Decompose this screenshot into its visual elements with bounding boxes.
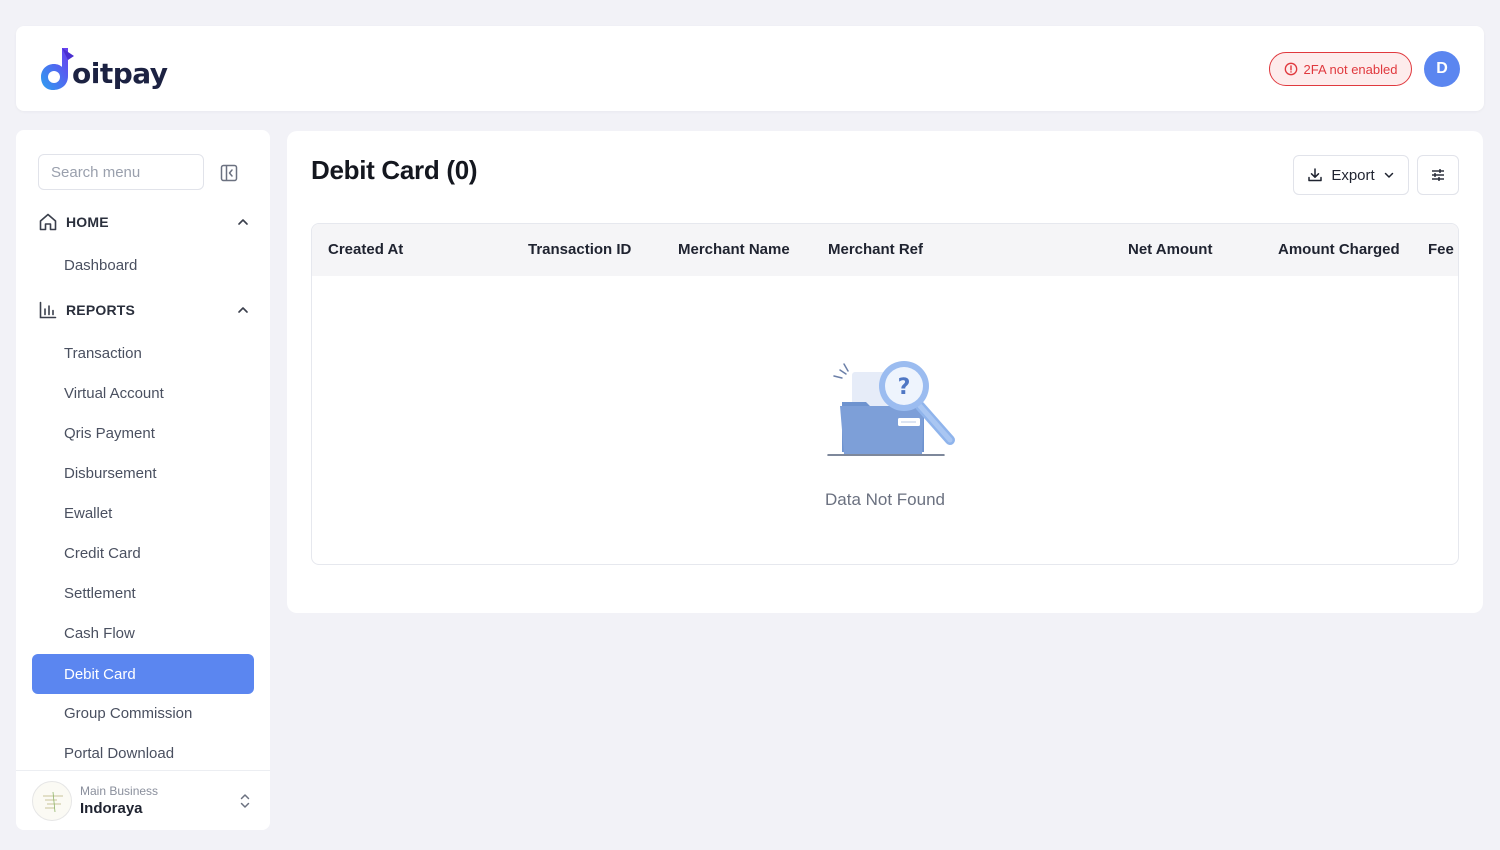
column-header-created-at[interactable]: Created At [328, 224, 403, 276]
table-header: Created At Transaction ID Merchant Name … [312, 224, 1458, 276]
column-header-merchant-ref[interactable]: Merchant Ref [828, 224, 923, 276]
chevron-up-down-icon [240, 793, 250, 808]
page-title: Debit Card (0) [311, 155, 478, 185]
sidebar-item-cash-flow[interactable]: Cash Flow [32, 613, 254, 653]
export-button[interactable]: Export [1293, 155, 1409, 195]
column-header-net-amount[interactable]: Net Amount [1128, 224, 1212, 276]
main-content-card: Debit Card (0) Export Created At Transac… [287, 131, 1483, 613]
user-avatar[interactable]: D [1424, 51, 1460, 87]
empty-state-message: Data Not Found [824, 490, 945, 509]
chevron-up-icon [238, 307, 248, 313]
alert-circle-icon [1284, 62, 1297, 76]
business-name: Indoraya [80, 800, 143, 817]
svg-text:?: ? [898, 375, 911, 400]
business-avatar [32, 780, 72, 821]
chevron-down-icon [1384, 172, 1393, 178]
sidebar-collapse-icon [220, 164, 238, 182]
download-icon [1308, 168, 1323, 182]
sidebar-item-disbursement[interactable]: Disbursement [32, 453, 254, 493]
sidebar-item-dashboard[interactable]: Dashboard [32, 245, 254, 285]
twofa-status-badge[interactable]: 2FA not enabled [1269, 52, 1412, 86]
sidebar-item-portal-download[interactable]: Portal Download [32, 733, 254, 773]
sidebar-item-settlement[interactable]: Settlement [32, 573, 254, 613]
sidebar-section-reports[interactable]: REPORTS [38, 298, 250, 322]
sidebar-item-credit-card[interactable]: Credit Card [32, 533, 254, 573]
sidebar: HOME Dashboard REPORTS Transaction Virtu… [16, 130, 270, 830]
bar-chart-icon [39, 301, 57, 319]
sidebar-item-transaction[interactable]: Transaction [32, 333, 254, 373]
sidebar-item-group-commission[interactable]: Group Commission [32, 693, 254, 733]
home-icon [39, 213, 57, 231]
chevron-up-icon [238, 219, 248, 225]
sidebar-item-debit-card[interactable]: Debit Card [32, 654, 254, 694]
logo[interactable]: oitpay [40, 44, 168, 94]
sliders-icon [1432, 169, 1444, 181]
debit-card-table: Created At Transaction ID Merchant Name … [311, 223, 1459, 565]
sidebar-item-qris-payment[interactable]: Qris Payment [32, 413, 254, 453]
business-logo-icon [43, 791, 63, 812]
business-switcher[interactable]: Main Business Indoraya [16, 770, 270, 830]
sidebar-section-label: HOME [66, 214, 109, 230]
logo-text: oitpay [72, 56, 168, 90]
top-header: oitpay 2FA not enabled D [16, 26, 1484, 111]
column-settings-button[interactable] [1417, 155, 1459, 195]
sidebar-section-label: REPORTS [66, 302, 136, 318]
empty-state: ? Data Not Found [312, 276, 1458, 564]
sidebar-item-ewallet[interactable]: Ewallet [32, 493, 254, 533]
collapse-sidebar-button[interactable] [218, 162, 240, 184]
sidebar-item-virtual-account[interactable]: Virtual Account [32, 373, 254, 413]
search-menu-input[interactable] [38, 154, 204, 190]
column-header-merchant-name[interactable]: Merchant Name [678, 224, 790, 276]
column-header-amount-charged[interactable]: Amount Charged [1278, 224, 1400, 276]
column-header-transaction-id[interactable]: Transaction ID [528, 224, 631, 276]
twofa-badge-label: 2FA not enabled [1303, 61, 1398, 77]
business-info: Main Business Indoraya [80, 784, 238, 817]
logo-mark-icon [41, 48, 74, 90]
business-type-label: Main Business [80, 784, 159, 798]
column-header-fee[interactable]: Fee [1428, 224, 1454, 276]
sidebar-section-home[interactable]: HOME [38, 210, 250, 234]
export-button-label: Export [1331, 166, 1375, 184]
empty-folder-search-icon: ? [827, 361, 955, 456]
